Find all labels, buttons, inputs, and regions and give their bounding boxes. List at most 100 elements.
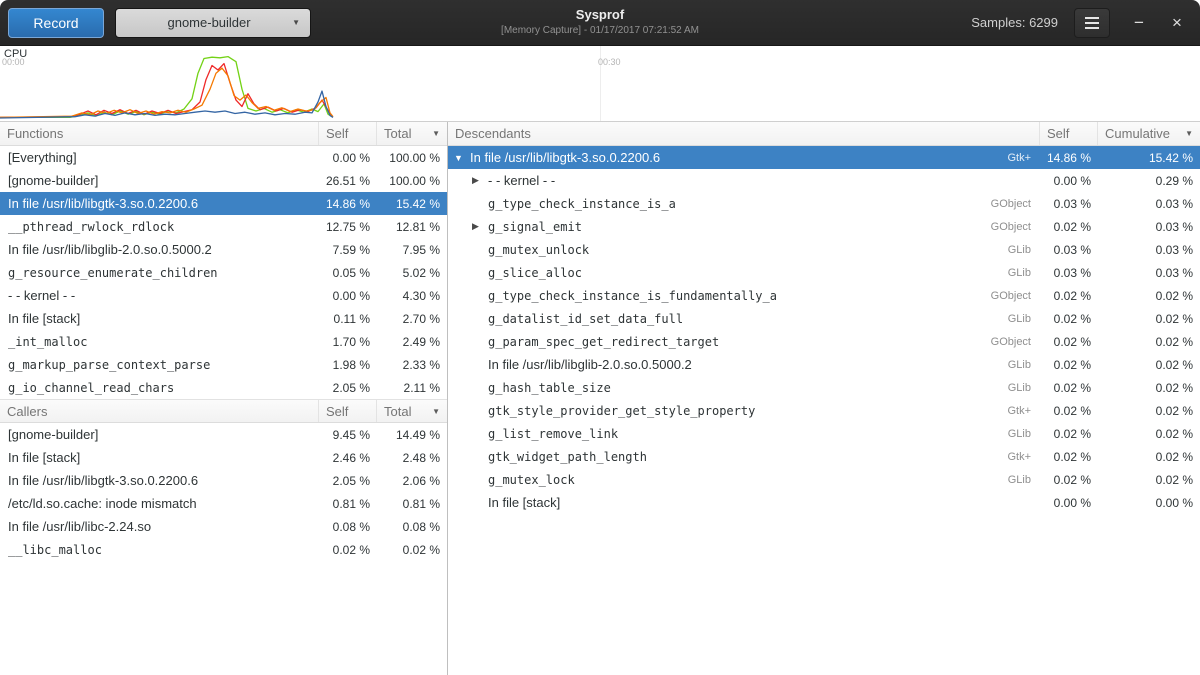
- total-column-label: Total: [384, 126, 411, 141]
- function-row[interactable]: _int_malloc1.70 %2.49 %: [0, 330, 447, 353]
- chevron-down-icon: ▼: [292, 18, 300, 27]
- descendant-name-cell: g_param_spec_get_redirect_targetGObject: [448, 335, 1040, 349]
- cpu-series-cpu-orange: [0, 68, 333, 117]
- caller-row-name: /etc/ld.so.cache: inode mismatch: [0, 496, 319, 511]
- cumulative-column-header[interactable]: Cumulative ▼: [1098, 122, 1200, 145]
- descendant-row[interactable]: ▶g_signal_emitGObject0.02 %0.03 %: [448, 215, 1200, 238]
- total-percent: 2.33 %: [377, 358, 447, 372]
- descendant-name: In file /usr/lib/libglib-2.0.so.0.5000.2: [488, 357, 692, 372]
- total-column-header[interactable]: Total ▼: [377, 400, 447, 422]
- caller-row[interactable]: __libc_malloc0.02 %0.02 %: [0, 538, 447, 561]
- total-column-label: Total: [384, 404, 411, 419]
- cumulative-percent: 0.03 %: [1098, 266, 1200, 280]
- library-tag: Gtk+: [1007, 451, 1040, 463]
- self-percent: 0.02 %: [1040, 450, 1098, 464]
- total-percent: 0.81 %: [377, 497, 447, 511]
- functions-column-header[interactable]: Functions: [0, 122, 319, 145]
- total-percent: 2.11 %: [377, 381, 447, 395]
- self-percent: 0.02 %: [1040, 427, 1098, 441]
- hamburger-icon: [1085, 17, 1099, 29]
- function-row[interactable]: g_resource_enumerate_children0.05 %5.02 …: [0, 261, 447, 284]
- self-percent: 1.98 %: [319, 358, 377, 372]
- cumulative-percent: 15.42 %: [1098, 151, 1200, 165]
- descendant-row[interactable]: g_datalist_id_set_data_fullGLib0.02 %0.0…: [448, 307, 1200, 330]
- function-row[interactable]: - - kernel - -0.00 %4.30 %: [0, 284, 447, 307]
- cumulative-percent: 0.03 %: [1098, 220, 1200, 234]
- total-percent: 7.95 %: [377, 243, 447, 257]
- descendant-row[interactable]: g_hash_table_sizeGLib0.02 %0.02 %: [448, 376, 1200, 399]
- descendant-name: gtk_widget_path_length: [488, 450, 647, 464]
- function-row[interactable]: __pthread_rwlock_rdlock12.75 %12.81 %: [0, 215, 447, 238]
- descendant-row[interactable]: g_param_spec_get_redirect_targetGObject0…: [448, 330, 1200, 353]
- process-selector-dropdown[interactable]: gnome-builder ▼: [115, 8, 311, 38]
- caller-row-name: __libc_malloc: [0, 543, 319, 557]
- descendant-row[interactable]: ▼In file /usr/lib/libgtk-3.so.0.2200.6Gt…: [448, 146, 1200, 169]
- descendant-name-cell: g_mutex_unlockGLib: [448, 243, 1040, 257]
- function-row[interactable]: [Everything]0.00 %100.00 %: [0, 146, 447, 169]
- descendant-row[interactable]: g_slice_allocGLib0.03 %0.03 %: [448, 261, 1200, 284]
- function-row-name: In file /usr/lib/libglib-2.0.so.0.5000.2: [0, 242, 319, 257]
- library-tag: GObject: [991, 198, 1040, 210]
- descendant-name: g_type_check_instance_is_fundamentally_a: [488, 289, 777, 303]
- function-row-name: [gnome-builder]: [0, 173, 319, 188]
- main-area: Functions Self Total ▼ [Everything]0.00 …: [0, 122, 1200, 675]
- descendants-panel: Descendants Self Cumulative ▼ ▼In file /…: [448, 122, 1200, 675]
- descendant-row[interactable]: gtk_widget_path_lengthGtk+0.02 %0.02 %: [448, 445, 1200, 468]
- descendant-row[interactable]: g_type_check_instance_is_aGObject0.03 %0…: [448, 192, 1200, 215]
- descendant-row[interactable]: g_mutex_unlockGLib0.03 %0.03 %: [448, 238, 1200, 261]
- callers-list: [gnome-builder]9.45 %14.49 %In file [sta…: [0, 423, 447, 561]
- self-column-header[interactable]: Self: [319, 400, 377, 422]
- app-title: Sysprof: [501, 7, 699, 22]
- function-row[interactable]: g_io_channel_read_chars2.05 %2.11 %: [0, 376, 447, 399]
- self-percent: 0.00 %: [1040, 174, 1098, 188]
- self-percent: 0.02 %: [1040, 312, 1098, 326]
- self-percent: 26.51 %: [319, 174, 377, 188]
- cumulative-percent: 0.29 %: [1098, 174, 1200, 188]
- descendants-tree: ▼In file /usr/lib/libgtk-3.so.0.2200.6Gt…: [448, 146, 1200, 514]
- caller-row[interactable]: In file /usr/lib/libgtk-3.so.0.2200.62.0…: [0, 469, 447, 492]
- descendant-name: - - kernel - -: [488, 173, 555, 188]
- self-percent: 0.02 %: [319, 543, 377, 557]
- self-column-header[interactable]: Self: [1040, 122, 1098, 145]
- callers-column-header[interactable]: Callers: [0, 400, 319, 422]
- descendant-row[interactable]: g_list_remove_linkGLib0.02 %0.02 %: [448, 422, 1200, 445]
- minimize-button[interactable]: −: [1124, 8, 1154, 38]
- caller-row[interactable]: In file /usr/lib/libc-2.24.so0.08 %0.08 …: [0, 515, 447, 538]
- caller-row[interactable]: [gnome-builder]9.45 %14.49 %: [0, 423, 447, 446]
- expander-icon[interactable]: ▶: [472, 175, 488, 186]
- function-row-name: In file [stack]: [0, 311, 319, 326]
- function-row[interactable]: g_markup_parse_context_parse1.98 %2.33 %: [0, 353, 447, 376]
- library-tag: GLib: [1008, 382, 1040, 394]
- function-row[interactable]: In file [stack]0.11 %2.70 %: [0, 307, 447, 330]
- function-row[interactable]: In file /usr/lib/libglib-2.0.so.0.5000.2…: [0, 238, 447, 261]
- expander-icon[interactable]: ▶: [472, 221, 488, 232]
- caller-row[interactable]: In file [stack]2.46 %2.48 %: [0, 446, 447, 469]
- self-percent: 1.70 %: [319, 335, 377, 349]
- descendant-row[interactable]: g_mutex_lockGLib0.02 %0.02 %: [448, 468, 1200, 491]
- descendants-column-header[interactable]: Descendants: [448, 122, 1040, 145]
- descendant-row[interactable]: In file /usr/lib/libglib-2.0.so.0.5000.2…: [448, 353, 1200, 376]
- total-column-header[interactable]: Total ▼: [377, 122, 447, 145]
- descendant-row[interactable]: ▶- - kernel - - 0.00 %0.29 %: [448, 169, 1200, 192]
- descendant-row[interactable]: In file [stack]0.00 %0.00 %: [448, 491, 1200, 514]
- callers-header-row: Callers Self Total ▼: [0, 399, 447, 423]
- descendant-row[interactable]: g_type_check_instance_is_fundamentally_a…: [448, 284, 1200, 307]
- function-row-name: g_io_channel_read_chars: [0, 381, 319, 395]
- self-percent: 0.11 %: [319, 312, 377, 326]
- function-row[interactable]: [gnome-builder]26.51 %100.00 %: [0, 169, 447, 192]
- cumulative-percent: 0.02 %: [1098, 473, 1200, 487]
- caller-row[interactable]: /etc/ld.so.cache: inode mismatch0.81 %0.…: [0, 492, 447, 515]
- descendant-row[interactable]: gtk_style_provider_get_style_propertyGtk…: [448, 399, 1200, 422]
- self-percent: 9.45 %: [319, 428, 377, 442]
- menu-button[interactable]: [1074, 8, 1110, 38]
- self-percent: 0.00 %: [1040, 496, 1098, 510]
- close-button[interactable]: ×: [1162, 8, 1192, 38]
- self-column-header[interactable]: Self: [319, 122, 377, 145]
- function-row[interactable]: In file /usr/lib/libgtk-3.so.0.2200.614.…: [0, 192, 447, 215]
- expander-icon[interactable]: ▼: [454, 153, 470, 163]
- self-percent: 0.08 %: [319, 520, 377, 534]
- cpu-graph[interactable]: CPU 00:00 00:30: [0, 46, 1200, 122]
- function-row-name: - - kernel - -: [0, 288, 319, 303]
- record-button[interactable]: Record: [8, 8, 104, 38]
- descendant-name: g_mutex_lock: [488, 473, 575, 487]
